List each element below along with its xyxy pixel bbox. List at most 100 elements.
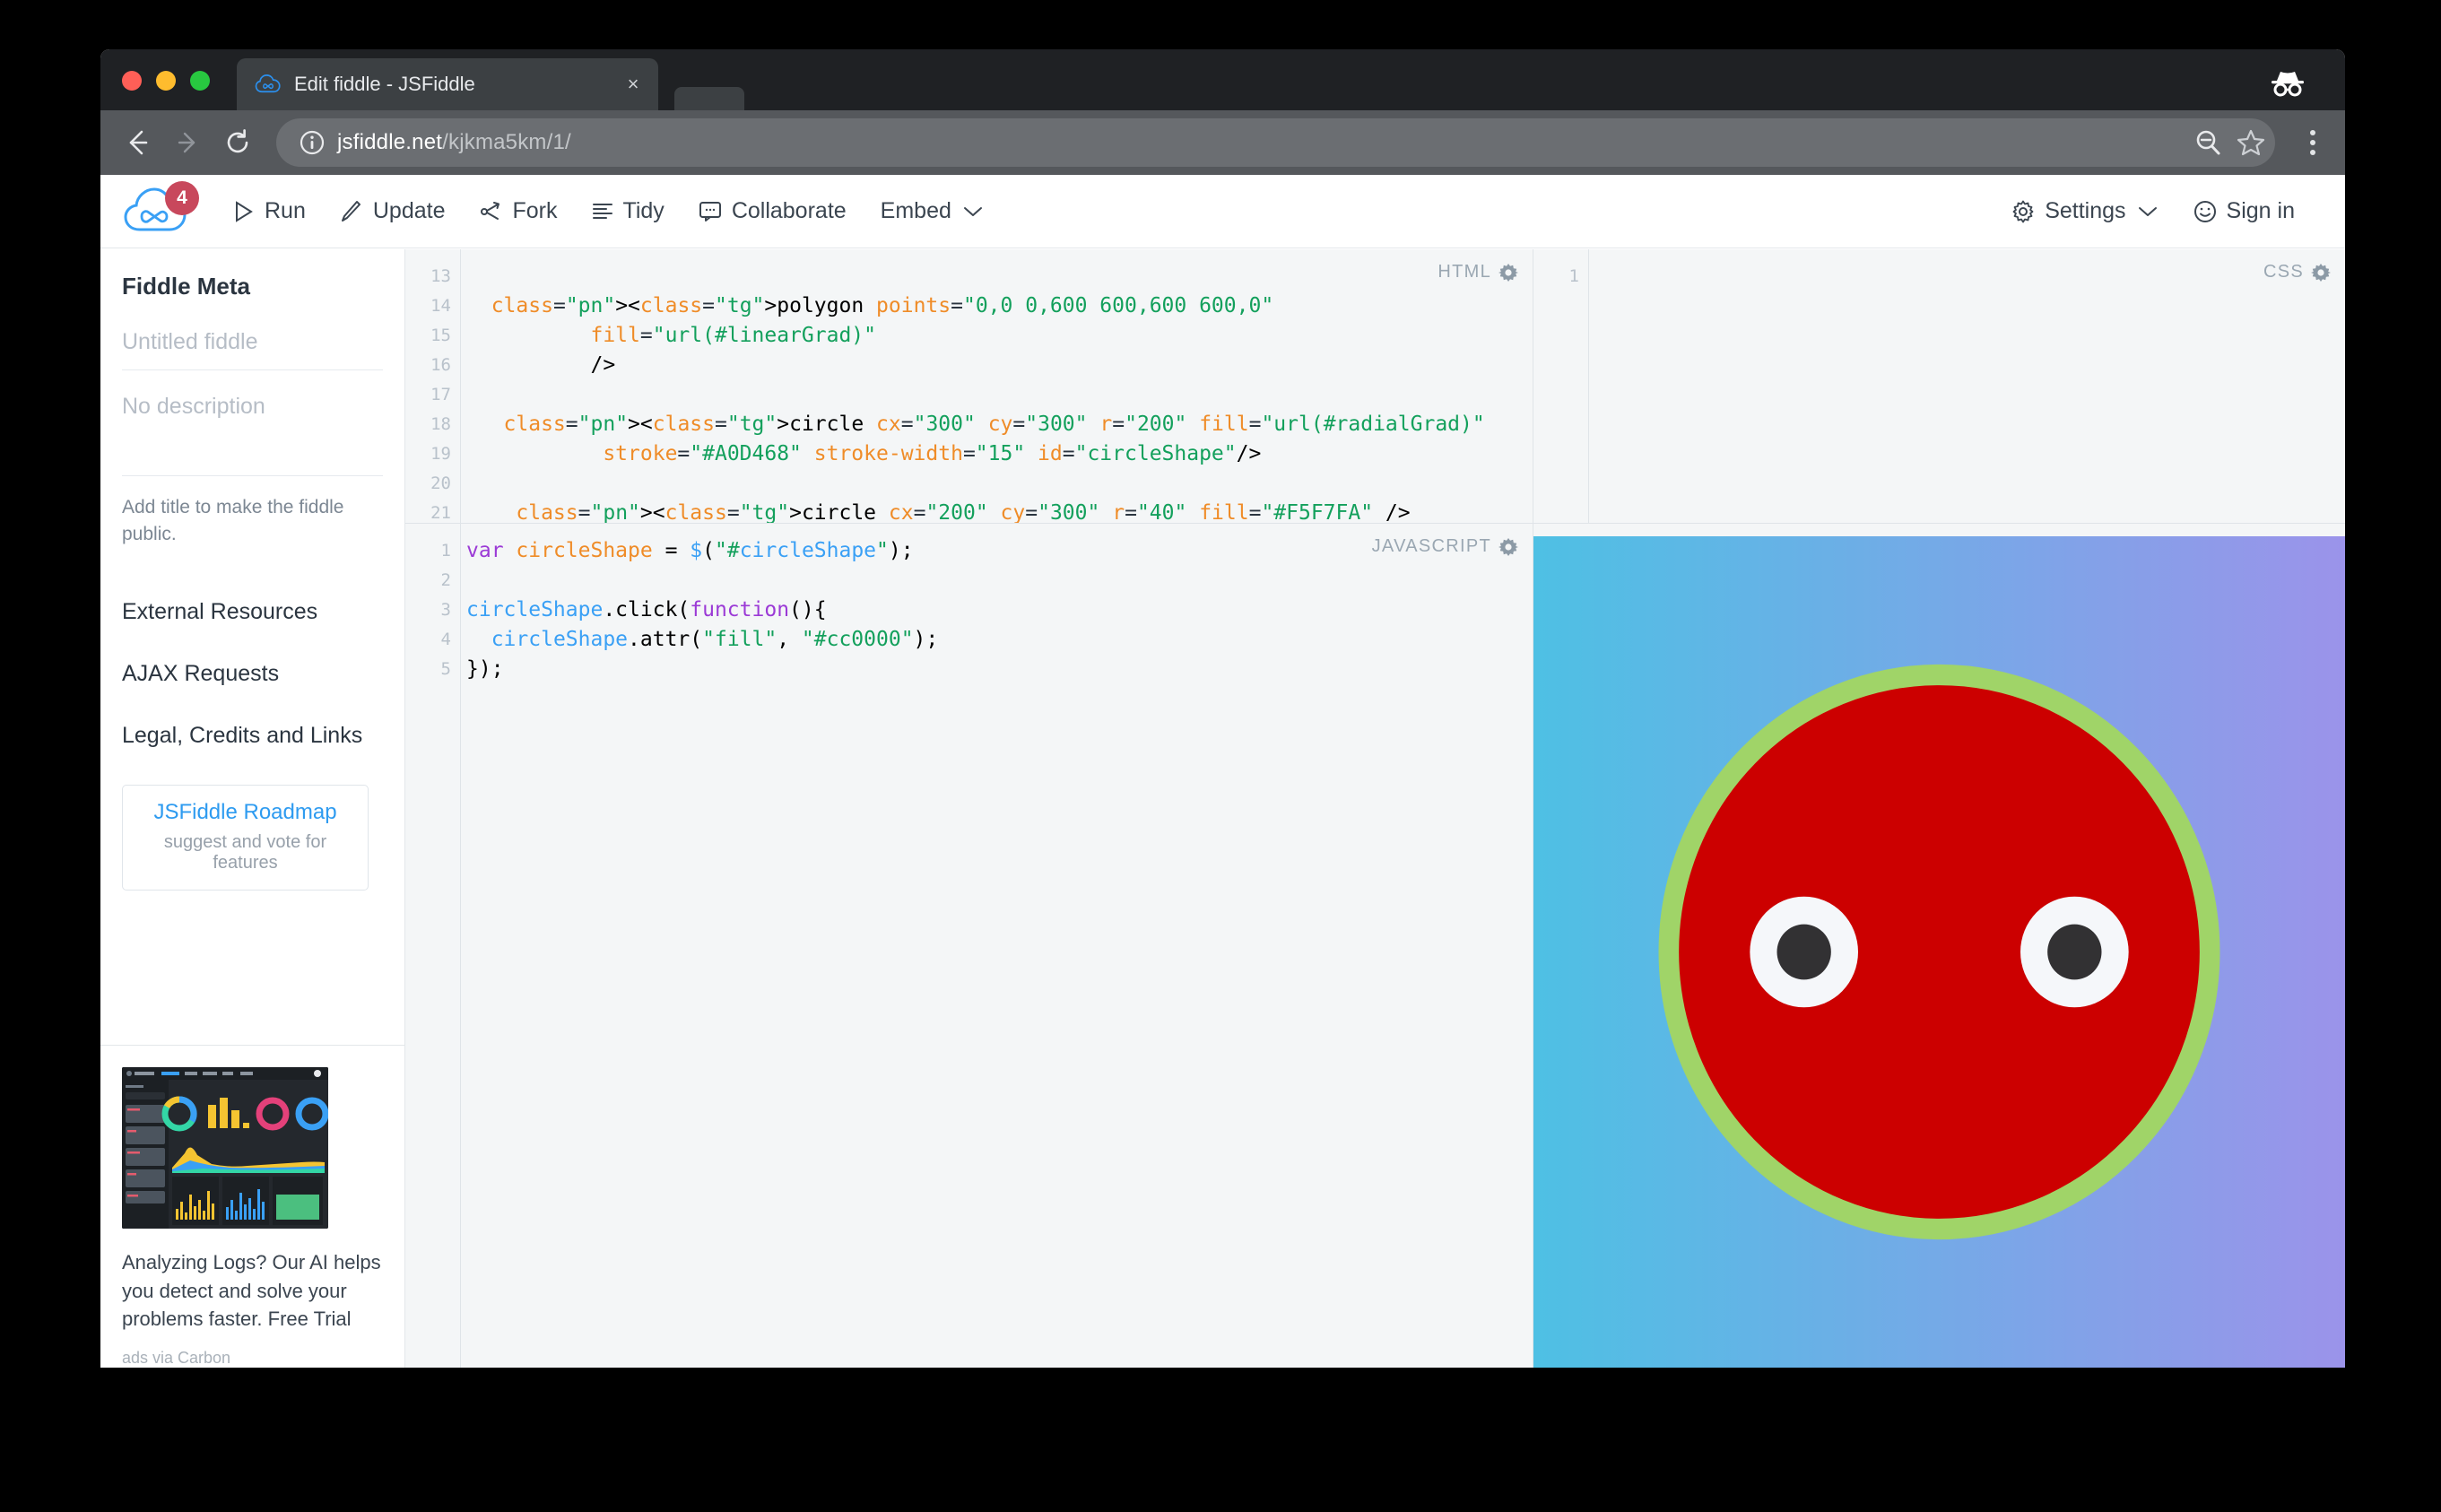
css-editor-pane[interactable]: CSS 1 xyxy=(1533,249,2345,524)
url-input[interactable]: jsfiddle.net/kjkma5km/1/ xyxy=(276,118,2275,167)
roadmap-title: JSFiddle Roadmap xyxy=(132,800,359,825)
settings-label: Settings xyxy=(2045,198,2125,224)
line-number: 15 xyxy=(405,321,460,351)
line-number: 13 xyxy=(405,262,460,291)
html-editor-pane[interactable]: HTML 13 14 15 16 17 xyxy=(405,249,1533,524)
run-label: Run xyxy=(265,198,306,224)
embed-button[interactable]: Embed xyxy=(866,191,999,231)
sidebar-item-external-resources[interactable]: External Resources xyxy=(122,599,383,625)
fiddle-description-input[interactable]: No description xyxy=(122,388,383,476)
css-line-numbers: 1 xyxy=(1533,249,1589,523)
html-line-numbers: 13 14 15 16 17 18 19 20 21 22 23 24 xyxy=(405,249,461,523)
css-code-content[interactable] xyxy=(1589,249,2345,523)
gear-icon[interactable] xyxy=(2311,263,2331,282)
left-eye-pupil xyxy=(1777,925,1831,980)
collaborate-button[interactable]: Collaborate xyxy=(684,191,861,231)
pencil-icon xyxy=(340,200,363,223)
window-minimize-button[interactable] xyxy=(156,71,176,91)
right-eye-pupil xyxy=(2047,925,2101,980)
roadmap-subtitle: suggest and vote for features xyxy=(132,832,359,873)
reload-icon[interactable] xyxy=(215,120,260,165)
update-button[interactable]: Update xyxy=(326,191,460,231)
signin-button[interactable]: Sign in xyxy=(2179,191,2309,231)
window-close-button[interactable] xyxy=(122,71,142,91)
tidy-button[interactable]: Tidy xyxy=(578,191,679,231)
signin-label: Sign in xyxy=(2227,198,2295,224)
jsfiddle-roadmap-card[interactable]: JSFiddle Roadmap suggest and vote for fe… xyxy=(122,785,369,891)
line-number: 18 xyxy=(405,410,460,439)
javascript-code-content[interactable]: var circleShape = $("#circleShape"); cir… xyxy=(461,524,1533,1368)
ad-attribution: ads via Carbon xyxy=(122,1349,383,1368)
fiddle-title-input[interactable]: Untitled fiddle xyxy=(122,324,383,370)
editor-row-top: HTML 13 14 15 16 17 xyxy=(405,249,2345,524)
line-number: 2 xyxy=(405,566,460,595)
embed-label: Embed xyxy=(881,198,951,224)
sidebar: Fiddle Meta Untitled fiddle No descripti… xyxy=(100,249,405,1368)
fork-label: Fork xyxy=(513,198,558,224)
html-code-content[interactable]: class="pn"><class="tg">polygon points="0… xyxy=(461,249,1533,523)
info-circle-icon[interactable] xyxy=(300,130,325,155)
tab-title: Edit fiddle - JSFiddle xyxy=(294,73,621,96)
url-domain: jsfiddle.net xyxy=(337,130,442,154)
carbon-ad[interactable]: Analyzing Logs? Our AI helps you detect … xyxy=(100,1045,404,1368)
browser-tab[interactable]: Edit fiddle - JSFiddle × xyxy=(237,58,658,110)
line-number: 19 xyxy=(405,439,460,469)
html-panel-label: HTML xyxy=(1438,262,1518,282)
gear-icon xyxy=(2011,200,2035,223)
tidy-label: Tidy xyxy=(623,198,665,224)
settings-button[interactable]: Settings xyxy=(1997,191,2173,231)
editor-row-bottom: JAVASCRIPT 1 2 3 4 5 xyxy=(405,524,2345,1368)
line-number: 16 xyxy=(405,351,460,380)
chevron-down-icon xyxy=(2136,204,2159,219)
sidebar-item-ajax-requests[interactable]: AJAX Requests xyxy=(122,661,383,687)
ad-image[interactable] xyxy=(122,1067,328,1229)
jsfiddle-logo[interactable]: 4 xyxy=(122,185,203,239)
forward-arrow-icon[interactable] xyxy=(165,120,210,165)
jsfiddle-cloud-icon xyxy=(255,74,282,95)
javascript-panel-label: JAVASCRIPT xyxy=(1372,536,1518,557)
collaborate-label: Collaborate xyxy=(732,198,847,224)
jsfiddle-app: 4 Run Update Fork xyxy=(100,175,2345,1368)
line-number: 21 xyxy=(405,499,460,524)
line-number: 1 xyxy=(405,536,460,566)
css-panel-label: CSS xyxy=(2263,262,2331,282)
javascript-editor-pane[interactable]: JAVASCRIPT 1 2 3 4 5 xyxy=(405,524,1533,1368)
fiddle-meta-title: Fiddle Meta xyxy=(122,273,383,300)
close-icon[interactable]: × xyxy=(621,72,646,97)
three-dot-menu-icon[interactable] xyxy=(2295,130,2331,155)
line-number: 14 xyxy=(405,291,460,321)
ad-text[interactable]: Analyzing Logs? Our AI helps you detect … xyxy=(122,1248,383,1333)
url-text: jsfiddle.net/kjkma5km/1/ xyxy=(337,130,2180,155)
run-button[interactable]: Run xyxy=(219,191,320,231)
lines-icon xyxy=(592,201,613,222)
new-tab-button[interactable] xyxy=(674,87,744,110)
notification-badge: 4 xyxy=(165,181,199,215)
line-number: 20 xyxy=(405,469,460,499)
back-arrow-icon[interactable] xyxy=(115,120,160,165)
star-icon[interactable] xyxy=(2236,127,2266,158)
tab-strip: Edit fiddle - JSFiddle × xyxy=(100,49,2345,110)
javascript-line-numbers: 1 2 3 4 5 xyxy=(405,524,461,1368)
editor-area: HTML 13 14 15 16 17 xyxy=(405,249,2345,1368)
play-icon xyxy=(233,200,255,223)
css-label-text: CSS xyxy=(2263,262,2304,282)
fork-button[interactable]: Fork xyxy=(465,191,572,231)
result-preview-pane[interactable] xyxy=(1533,524,2345,1368)
line-number: 4 xyxy=(405,625,460,655)
line-number: 5 xyxy=(405,655,460,684)
incognito-icon[interactable] xyxy=(2264,67,2311,100)
gear-icon[interactable] xyxy=(1498,263,1518,282)
window-maximize-button[interactable] xyxy=(190,71,210,91)
html-label-text: HTML xyxy=(1438,262,1491,282)
chat-icon xyxy=(699,201,722,222)
gear-icon[interactable] xyxy=(1498,537,1518,557)
javascript-label-text: JAVASCRIPT xyxy=(1372,536,1491,557)
sidebar-item-legal-credits-links[interactable]: Legal, Credits and Links xyxy=(122,723,383,749)
url-path: /kjkma5km/1/ xyxy=(442,130,571,154)
public-hint: Add title to make the fiddle public. xyxy=(122,494,383,549)
zoom-out-icon[interactable] xyxy=(2193,127,2223,158)
line-number: 1 xyxy=(1533,262,1588,291)
preview-svg[interactable] xyxy=(1533,536,2345,1368)
fork-icon xyxy=(480,200,503,223)
update-label: Update xyxy=(373,198,446,224)
